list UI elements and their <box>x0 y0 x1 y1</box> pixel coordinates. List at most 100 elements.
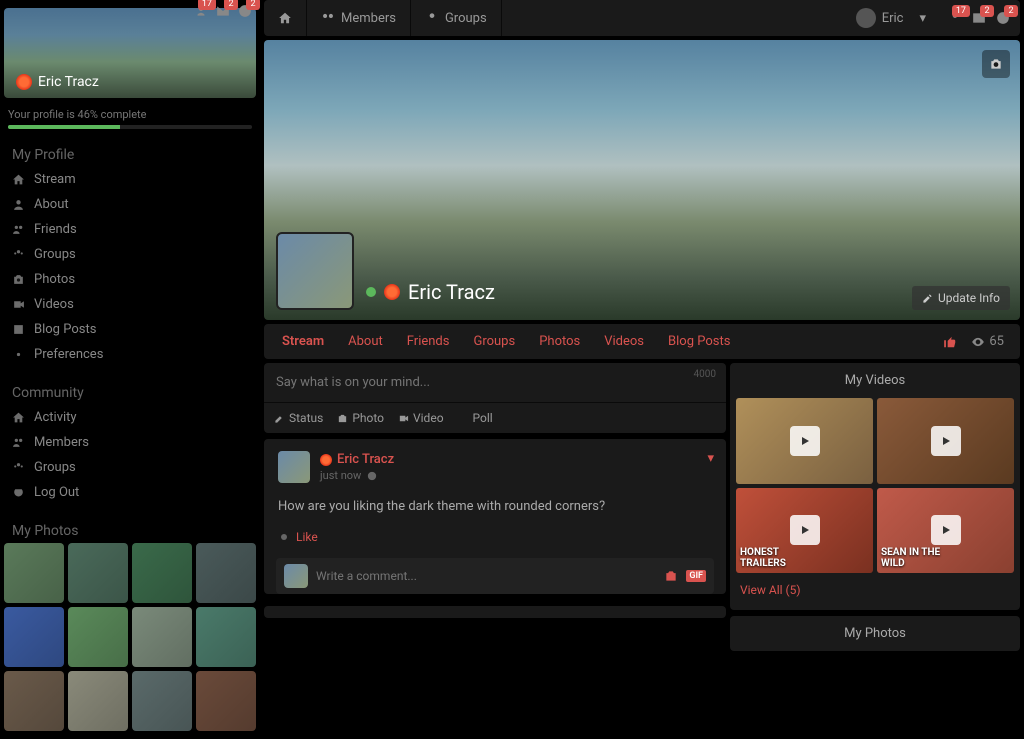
tab-about[interactable]: About <box>336 324 395 359</box>
messages-icon[interactable]: 2 <box>216 4 230 18</box>
profile-completion-label: Your profile is 46% complete <box>8 108 252 121</box>
blog-icon <box>12 323 26 336</box>
topbar-friend-requests-icon[interactable]: 17 <box>948 11 962 25</box>
sidebar-item-blog-posts[interactable]: Blog Posts <box>4 317 256 342</box>
status-composer: 4000 Status Photo Video <box>264 363 726 433</box>
sidebar-item-groups[interactable]: Groups <box>4 242 256 267</box>
my-profile-heading: My Profile <box>4 143 256 167</box>
profile-tabs: StreamAboutFriendsGroupsPhotosVideosBlog… <box>264 324 1020 359</box>
camera-icon <box>12 273 26 286</box>
sidebar-item-videos[interactable]: Videos <box>4 292 256 317</box>
update-info-button[interactable]: Update Info <box>912 286 1010 310</box>
tab-groups[interactable]: Groups <box>461 324 527 359</box>
photo-thumb[interactable] <box>4 671 64 731</box>
comment-avatar <box>284 564 308 588</box>
my-photos-widget-title: My Photos <box>730 616 1020 651</box>
sidebar-item-friends[interactable]: Friends <box>4 217 256 242</box>
update-info-label: Update Info <box>938 291 1000 305</box>
friend-requests-badge: 17 <box>198 0 216 10</box>
notifications-icon[interactable]: 2 <box>238 4 252 18</box>
sidebar-item-preferences[interactable]: Preferences <box>4 342 256 367</box>
photo-thumb[interactable] <box>68 543 128 603</box>
photo-thumb[interactable] <box>68 607 128 667</box>
online-indicator <box>366 287 376 297</box>
sidebar-item-stream[interactable]: Stream <box>4 167 256 192</box>
profile-cover: Update Info Eric Tracz <box>264 40 1020 320</box>
avatar <box>856 8 876 28</box>
notifications-badge: 2 <box>246 0 260 10</box>
community-heading: Community <box>4 381 256 405</box>
users-icon <box>12 436 26 449</box>
messages-badge: 2 <box>224 0 238 10</box>
views-count: 65 <box>989 334 1004 349</box>
compose-photo[interactable]: Photo <box>337 411 384 425</box>
status-input[interactable] <box>276 375 714 390</box>
post-time: just now <box>320 469 361 482</box>
change-cover-button[interactable] <box>982 50 1010 78</box>
comment-camera-icon[interactable] <box>664 569 678 583</box>
sidebar-item-members[interactable]: Members <box>4 430 256 455</box>
compose-status[interactable]: Status <box>274 411 323 425</box>
video-thumb[interactable] <box>736 398 873 484</box>
tab-blog-posts[interactable]: Blog Posts <box>656 324 742 359</box>
flame-icon <box>16 74 32 90</box>
compose-poll[interactable]: Poll <box>458 411 493 425</box>
sidebar-item-groups[interactable]: Groups <box>4 455 256 480</box>
video-icon <box>12 298 26 311</box>
play-icon <box>931 515 961 545</box>
nav-home[interactable] <box>264 0 307 36</box>
play-icon <box>790 426 820 456</box>
nav-members[interactable]: Members <box>307 0 411 36</box>
photo-thumb[interactable] <box>196 607 256 667</box>
photo-thumb[interactable] <box>132 607 192 667</box>
post-avatar[interactable] <box>278 451 310 483</box>
sidebar-cover[interactable]: Eric Tracz <box>4 8 256 98</box>
tab-photos[interactable]: Photos <box>527 324 592 359</box>
like-icon[interactable] <box>943 335 957 349</box>
profile-avatar[interactable] <box>276 232 354 310</box>
comment-input[interactable] <box>316 569 656 583</box>
my-photos-widget: My Photos <box>730 616 1020 651</box>
topbar-friends-badge: 17 <box>952 5 970 17</box>
flame-icon <box>384 284 400 300</box>
views-icon <box>971 335 985 349</box>
sidebar-item-activity[interactable]: Activity <box>4 405 256 430</box>
home-icon <box>12 173 26 186</box>
next-post-placeholder <box>264 606 726 618</box>
play-icon <box>931 426 961 456</box>
tab-videos[interactable]: Videos <box>592 324 656 359</box>
topbar-messages-badge: 2 <box>980 5 994 17</box>
gif-button[interactable]: GIF <box>686 570 706 582</box>
home-icon <box>12 411 26 424</box>
sidebar-item-photos[interactable]: Photos <box>4 267 256 292</box>
compose-video[interactable]: Video <box>398 411 444 425</box>
photo-thumb[interactable] <box>196 543 256 603</box>
sidebar-item-log-out[interactable]: Log Out <box>4 480 256 505</box>
post-author-name[interactable]: Eric Tracz <box>337 452 394 467</box>
post-menu-button[interactable]: ▾ <box>707 451 714 466</box>
group-icon <box>12 248 26 261</box>
photo-thumb[interactable] <box>68 671 128 731</box>
chevron-down-icon: ▾ <box>919 11 926 26</box>
photo-thumb[interactable] <box>4 607 64 667</box>
like-button[interactable]: Like <box>296 530 318 544</box>
user-menu[interactable]: Eric ▾ <box>844 4 938 32</box>
topbar-notifications-icon[interactable]: 2 <box>996 11 1010 25</box>
my-videos-title: My Videos <box>730 363 1020 398</box>
video-thumb[interactable]: HONESTTRAILERS <box>736 488 873 574</box>
photo-thumb[interactable] <box>4 543 64 603</box>
nav-groups[interactable]: Groups <box>411 0 502 36</box>
tab-friends[interactable]: Friends <box>395 324 462 359</box>
topbar-messages-icon[interactable]: 2 <box>972 11 986 25</box>
photo-thumb[interactable] <box>132 543 192 603</box>
nav-members-label: Members <box>341 11 396 26</box>
photo-thumb[interactable] <box>196 671 256 731</box>
tab-stream[interactable]: Stream <box>270 324 336 359</box>
photo-thumb[interactable] <box>132 671 192 731</box>
view-all-videos[interactable]: View All (5) <box>740 583 801 597</box>
video-thumb[interactable] <box>877 398 1014 484</box>
sidebar-item-about[interactable]: About <box>4 192 256 217</box>
video-thumb[interactable]: SEAN IN THEWILD <box>877 488 1014 574</box>
nav-groups-label: Groups <box>445 11 487 26</box>
friend-requests-icon[interactable]: 17 <box>194 4 208 18</box>
